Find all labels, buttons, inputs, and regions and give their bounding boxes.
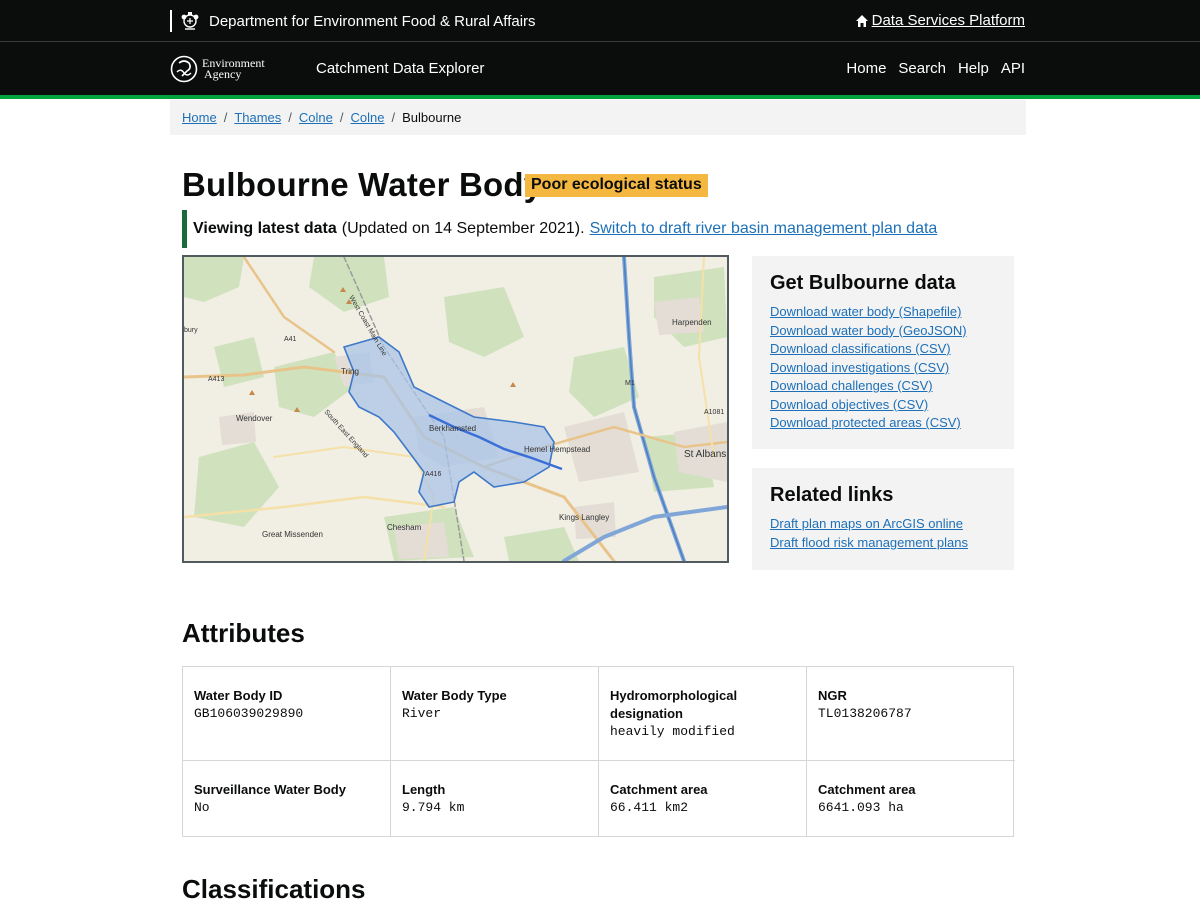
service-name-link[interactable]: Catchment Data Explorer [316, 60, 484, 77]
breadcrumb-separator: / [223, 110, 228, 125]
get-data-title: Get Bulbourne data [770, 272, 956, 294]
notice-update-text: (Updated on 14 September 2021). [341, 220, 585, 237]
data-version-notice: Viewing latest data (Updated on 14 Septe… [182, 210, 937, 248]
home-icon [855, 14, 868, 27]
breadcrumb-separator: / [339, 110, 344, 125]
map-label-chesham: Chesham [387, 523, 422, 532]
data-services-platform-label: Data Services Platform [871, 12, 1025, 29]
breadcrumb-colne-management[interactable]: Colne [299, 110, 333, 125]
attribute-value: 9.794 km [402, 800, 465, 815]
attribute-value: No [194, 800, 210, 815]
page-title: Bulbourne Water Body [182, 166, 543, 203]
attribute-cell: Length 9.794 km [391, 761, 599, 837]
attribute-value: GB106039029890 [194, 706, 304, 721]
map-label-bury: bury [184, 327, 198, 334]
breadcrumb-colne-operational[interactable]: Colne [351, 110, 385, 125]
map-label-hemel-hempstead: Hemel Hempstead [524, 445, 590, 454]
download-challenges-link[interactable]: Download challenges (CSV) [770, 377, 996, 396]
attribute-cell: Catchment area 66.411 km2 [599, 761, 807, 837]
attributes-table: Water Body ID GB106039029890 Water Body … [182, 666, 1015, 837]
download-protected-areas-link[interactable]: Download protected areas (CSV) [770, 414, 996, 433]
map-label-st-albans: St Albans [684, 449, 726, 460]
attribute-label: Water Body ID [194, 688, 283, 703]
map-label-a1081: A1081 [704, 409, 724, 416]
water-body-map[interactable]: Harpenden Tring Wendover Berkhamsted Hem… [182, 255, 729, 563]
related-links-panel: Related links Draft plan maps on ArcGIS … [752, 468, 1014, 570]
defra-link[interactable]: Department for Environment Food & Rural … [170, 10, 536, 32]
switch-to-draft-link[interactable]: Switch to draft river basin management p… [590, 220, 938, 238]
get-data-panel: Get Bulbourne data Download water body (… [752, 256, 1014, 449]
attribute-label: NGR [818, 688, 847, 703]
environment-agency-wordmark: Environment Agency [202, 57, 265, 81]
breadcrumb-separator: / [288, 110, 292, 125]
download-classifications-link[interactable]: Download classifications (CSV) [770, 340, 996, 359]
attribute-label: Surveillance Water Body [194, 782, 346, 797]
department-name: Department for Environment Food & Rural … [209, 12, 536, 30]
attribute-label: Catchment area [610, 782, 708, 797]
environment-agency-logo[interactable]: Environment Agency [170, 55, 265, 83]
map-label-m1: M1 [625, 380, 635, 387]
attribute-value: River [402, 706, 442, 721]
attribute-cell: Catchment area 6641.093 ha [807, 761, 1015, 837]
nav-home[interactable]: Home [846, 60, 886, 77]
breadcrumb-current: Bulbourne [402, 110, 462, 125]
map-label-great-missenden: Great Missenden [262, 530, 323, 539]
header-top-row: Department for Environment Food & Rural … [0, 0, 1200, 42]
attribute-cell: Surveillance Water Body No [183, 761, 391, 837]
royal-crest-icon [181, 12, 199, 30]
attribute-value: 66.411 km2 [610, 800, 689, 815]
breadcrumb: Home / Thames / Colne / Colne / Bulbourn… [170, 100, 1026, 135]
attribute-cell: Water Body ID GB106039029890 [183, 667, 391, 761]
attribute-label: Length [402, 782, 446, 797]
attributes-heading: Attributes [182, 618, 305, 648]
draft-flood-risk-plans-link[interactable]: Draft flood risk management plans [770, 534, 996, 553]
attribute-label: Catchment area [818, 782, 916, 797]
attribute-value: 6641.093 ha [818, 800, 904, 815]
map-label-berkhamsted: Berkhamsted [429, 424, 476, 433]
map-label-a416: A416 [425, 471, 441, 478]
site-header: Department for Environment Food & Rural … [0, 0, 1200, 96]
download-investigations-link[interactable]: Download investigations (CSV) [770, 359, 996, 378]
nav-api[interactable]: API [1001, 60, 1025, 77]
environment-agency-emblem-icon [170, 55, 198, 83]
map-canvas: Harpenden Tring Wendover Berkhamsted Hem… [184, 257, 727, 561]
attribute-label: Water Body Type [402, 688, 507, 703]
map-label-harpenden: Harpenden [672, 318, 712, 327]
related-links-title: Related links [770, 484, 894, 506]
map-label-a41: A41 [284, 336, 297, 343]
download-geojson-link[interactable]: Download water body (GeoJSON) [770, 322, 996, 341]
breadcrumb-separator: / [391, 110, 396, 125]
map-label-a413: A413 [208, 376, 224, 383]
ea-logo-line2: Agency [204, 67, 242, 81]
nav-help[interactable]: Help [958, 60, 989, 77]
breadcrumb-home[interactable]: Home [182, 110, 217, 125]
download-shapefile-link[interactable]: Download water body (Shapefile) [770, 303, 996, 322]
download-objectives-link[interactable]: Download objectives (CSV) [770, 396, 996, 415]
notice-bold-text: Viewing latest data [193, 220, 337, 237]
attribute-cell: Hydromorphological designation heavily m… [599, 667, 807, 761]
map-label-wendover: Wendover [236, 414, 273, 423]
attribute-cell: NGR TL0138206787 [807, 667, 1015, 761]
draft-plan-maps-link[interactable]: Draft plan maps on ArcGIS online [770, 515, 996, 534]
map-label-kings-langley: Kings Langley [559, 513, 609, 522]
attribute-label: Hydromorphological designation [610, 688, 738, 721]
data-services-platform-link[interactable]: Data Services Platform [855, 12, 1025, 29]
header-accent-bar [0, 95, 1200, 99]
breadcrumb-thames[interactable]: Thames [234, 110, 281, 125]
classifications-heading: Classifications [182, 874, 366, 904]
status-badge: Poor ecological status [525, 174, 708, 197]
nav-search[interactable]: Search [898, 60, 946, 77]
main-nav: Home Search Help API [846, 60, 1025, 77]
attribute-cell: Water Body Type River [391, 667, 599, 761]
attribute-value: heavily modified [610, 724, 735, 739]
attribute-value: TL0138206787 [818, 706, 912, 721]
map-label-tring: Tring [341, 367, 359, 376]
